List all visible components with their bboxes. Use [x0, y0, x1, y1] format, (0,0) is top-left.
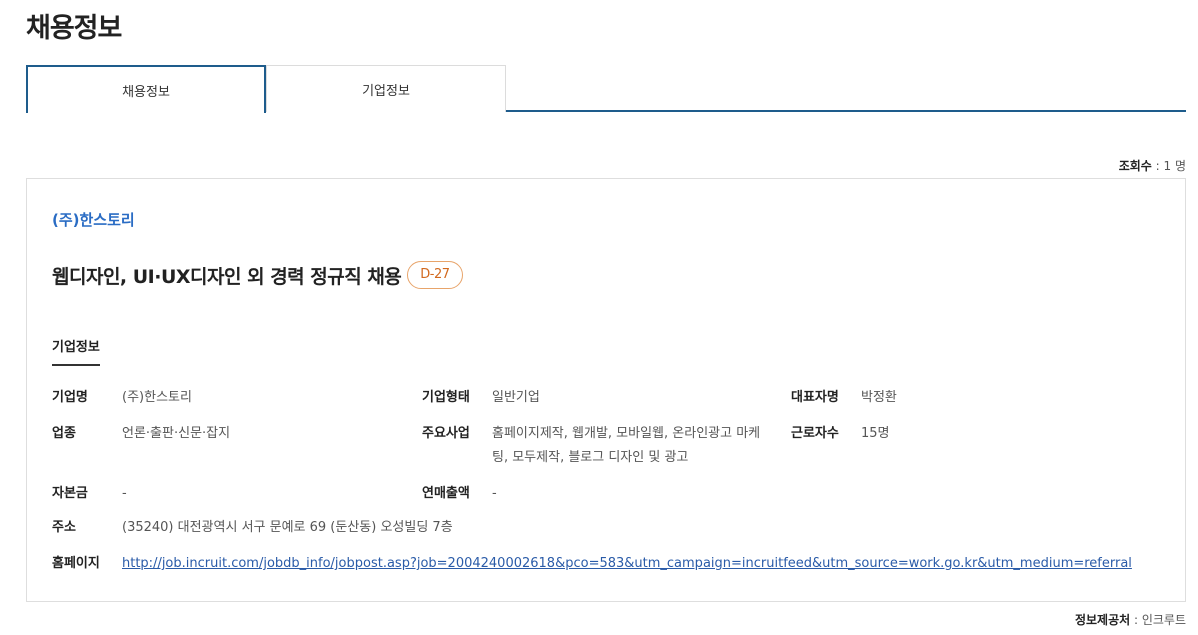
info-source-label: 정보제공처: [1074, 613, 1131, 627]
dday-badge: D-27: [407, 261, 463, 289]
info-company-type: 기업형태 일반기업: [422, 386, 540, 410]
info-capital: 자본금 -: [52, 482, 127, 506]
info-source-separator: :: [1130, 613, 1142, 627]
info-value-line: 홈페이지제작, 웹개발, 모바일웹, 온라인광고 마케: [492, 426, 761, 441]
company-name-link[interactable]: (주)한스토리: [52, 209, 135, 230]
job-title: 웹디자인, UI·UX디자인 외 경력 정규직 채용 D-27: [52, 261, 463, 289]
info-value: -: [492, 486, 497, 501]
tab-company-info[interactable]: 기업정보: [266, 65, 506, 112]
view-count: 조회수 : 1 명: [1119, 157, 1186, 174]
info-label: 기업형태: [422, 390, 470, 405]
info-value: 언론·출판·신문·잡지: [122, 426, 231, 441]
info-label: 홈페이지: [52, 556, 100, 571]
section-company-info: 기업정보: [52, 336, 100, 366]
tab-bar: 채용정보 기업정보: [26, 65, 1186, 113]
info-label: 주소: [52, 520, 76, 535]
info-label: 자본금: [52, 486, 88, 501]
info-ceo: 대표자명 박정환: [791, 386, 897, 410]
page-title: 채용정보: [26, 13, 122, 44]
view-count-separator: :: [1151, 159, 1164, 173]
job-title-text: 웹디자인, UI·UX디자인 외 경력 정규직 채용: [52, 265, 402, 288]
info-main-business: 주요사업 홈페이지제작, 웹개발, 모바일웹, 온라인광고 마케 팅, 모두제작…: [422, 422, 792, 470]
info-industry: 업종 언론·출판·신문·잡지: [52, 422, 230, 446]
info-value: 일반기업: [492, 390, 540, 405]
info-value: -: [122, 486, 127, 501]
info-value-line: 팅, 모두제작, 블로그 디자인 및 광고: [492, 450, 689, 465]
info-source-value: 인크루트: [1141, 613, 1186, 627]
view-count-value: 1 명: [1163, 159, 1187, 173]
info-homepage: 홈페이지 http://job.incruit.com/jobdb_info/j…: [52, 552, 1132, 576]
info-value: (주)한스토리: [122, 390, 192, 405]
info-company-name: 기업명 (주)한스토리: [52, 386, 192, 410]
tab-job-info[interactable]: 채용정보: [26, 65, 266, 113]
info-value: 15명: [861, 426, 890, 441]
info-source: 정보제공처 : 인크루트: [1075, 611, 1186, 628]
info-address: 주소 (35240) 대전광역시 서구 문예로 69 (둔산동) 오성빌딩 7층: [52, 516, 453, 540]
info-revenue: 연매출액 -: [422, 482, 497, 506]
view-count-label: 조회수: [1118, 159, 1152, 173]
info-label: 주요사업: [422, 426, 470, 441]
info-employees: 근로자수 15명: [791, 422, 890, 446]
job-posting-card: (주)한스토리 웹디자인, UI·UX디자인 외 경력 정규직 채용 D-27 …: [26, 178, 1186, 602]
info-label: 기업명: [52, 390, 88, 405]
info-label: 근로자수: [791, 426, 839, 441]
homepage-link[interactable]: http://job.incruit.com/jobdb_info/jobpos…: [122, 552, 1132, 576]
info-value: 홈페이지제작, 웹개발, 모바일웹, 온라인광고 마케 팅, 모두제작, 블로그…: [492, 422, 792, 470]
info-value: 박정환: [861, 390, 897, 405]
info-label: 연매출액: [422, 486, 470, 501]
info-label: 대표자명: [791, 390, 839, 405]
info-value: (35240) 대전광역시 서구 문예로 69 (둔산동) 오성빌딩 7층: [122, 520, 453, 535]
info-label: 업종: [52, 426, 76, 441]
